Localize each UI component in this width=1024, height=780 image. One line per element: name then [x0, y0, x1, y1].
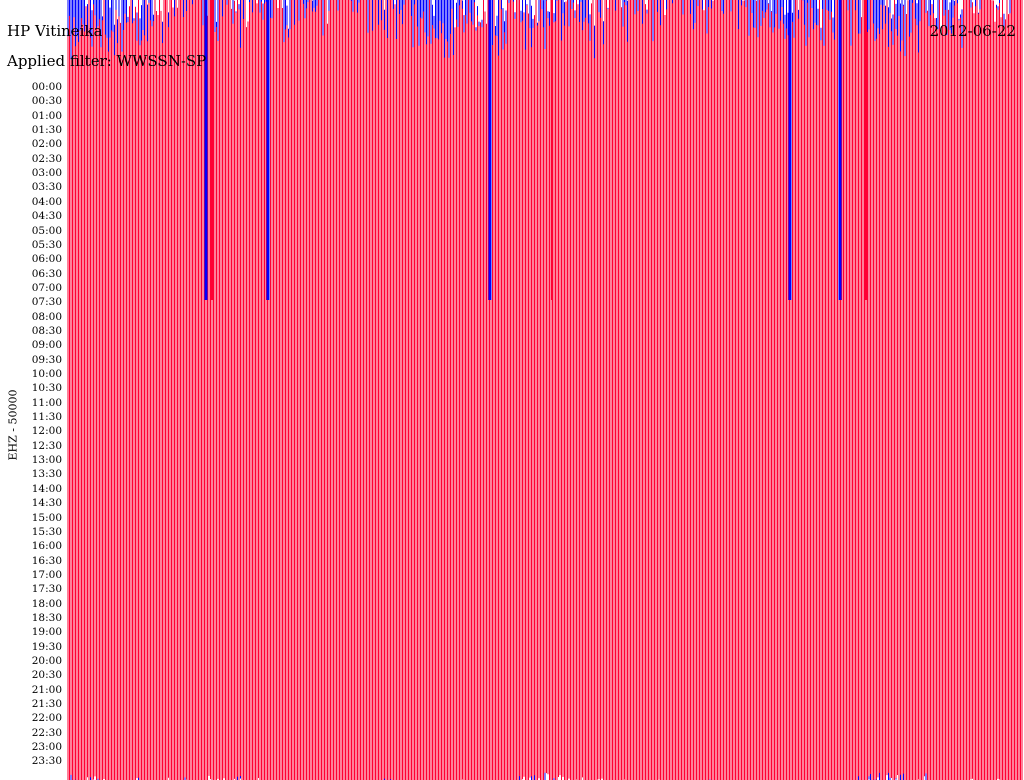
time-label: 15:30	[31, 525, 62, 538]
time-label: 06:00	[31, 253, 62, 266]
time-label: 04:00	[31, 195, 62, 208]
time-label: 00:30	[31, 95, 62, 108]
time-label: 05:00	[31, 224, 62, 237]
time-label: 17:30	[31, 583, 62, 596]
time-label: 12:00	[31, 425, 62, 438]
time-label: 20:00	[31, 655, 62, 667]
plot-date: 2012-06-22	[929, 22, 1016, 40]
time-label: 12:30	[31, 439, 62, 452]
time-label: 03:00	[31, 167, 62, 180]
time-label: 21:30	[31, 698, 62, 711]
time-label: 11:00	[31, 396, 62, 409]
time-label: 23:30	[31, 755, 62, 768]
time-label: 17:00	[31, 568, 62, 581]
time-label: 06:30	[31, 267, 62, 280]
time-label: 21:00	[31, 683, 62, 696]
time-label: 07:30	[31, 296, 62, 309]
time-label: 18:00	[31, 597, 62, 610]
time-label: 11:30	[31, 411, 62, 424]
time-label: 08:30	[31, 324, 62, 337]
time-label: 04:30	[31, 210, 62, 223]
time-label: 20:30	[31, 669, 62, 682]
time-label: 14:00	[31, 482, 62, 495]
time-label: 09:30	[31, 353, 62, 366]
time-label: 22:30	[31, 726, 62, 739]
time-label: 02:30	[31, 152, 62, 165]
time-label: 10:30	[31, 382, 62, 395]
time-label: 19:30	[31, 640, 62, 653]
time-label: 22:00	[31, 712, 62, 725]
time-label: 00:00	[31, 81, 62, 93]
time-label: 16:30	[31, 554, 62, 567]
time-label: 14:30	[31, 497, 62, 510]
time-label: 05:30	[31, 238, 62, 251]
time-label: 08:00	[31, 310, 62, 323]
time-label: 01:00	[31, 109, 62, 122]
time-label: 16:00	[31, 540, 62, 553]
time-label: 13:30	[31, 468, 62, 481]
seismogram-plot	[67, 0, 1023, 780]
time-label: 19:00	[31, 626, 62, 639]
time-label: 07:00	[31, 281, 62, 294]
time-label: 23:00	[31, 741, 62, 754]
time-label: 15:00	[31, 511, 62, 524]
time-label: 01:30	[31, 124, 62, 137]
time-label: 02:00	[31, 138, 62, 151]
time-label: 10:00	[31, 368, 62, 380]
time-label: 18:30	[31, 611, 62, 624]
time-label: 03:30	[31, 181, 62, 194]
time-label: 13:00	[31, 454, 62, 467]
time-label: 09:00	[31, 339, 62, 352]
channel-label: EHZ - 50000	[6, 389, 20, 461]
